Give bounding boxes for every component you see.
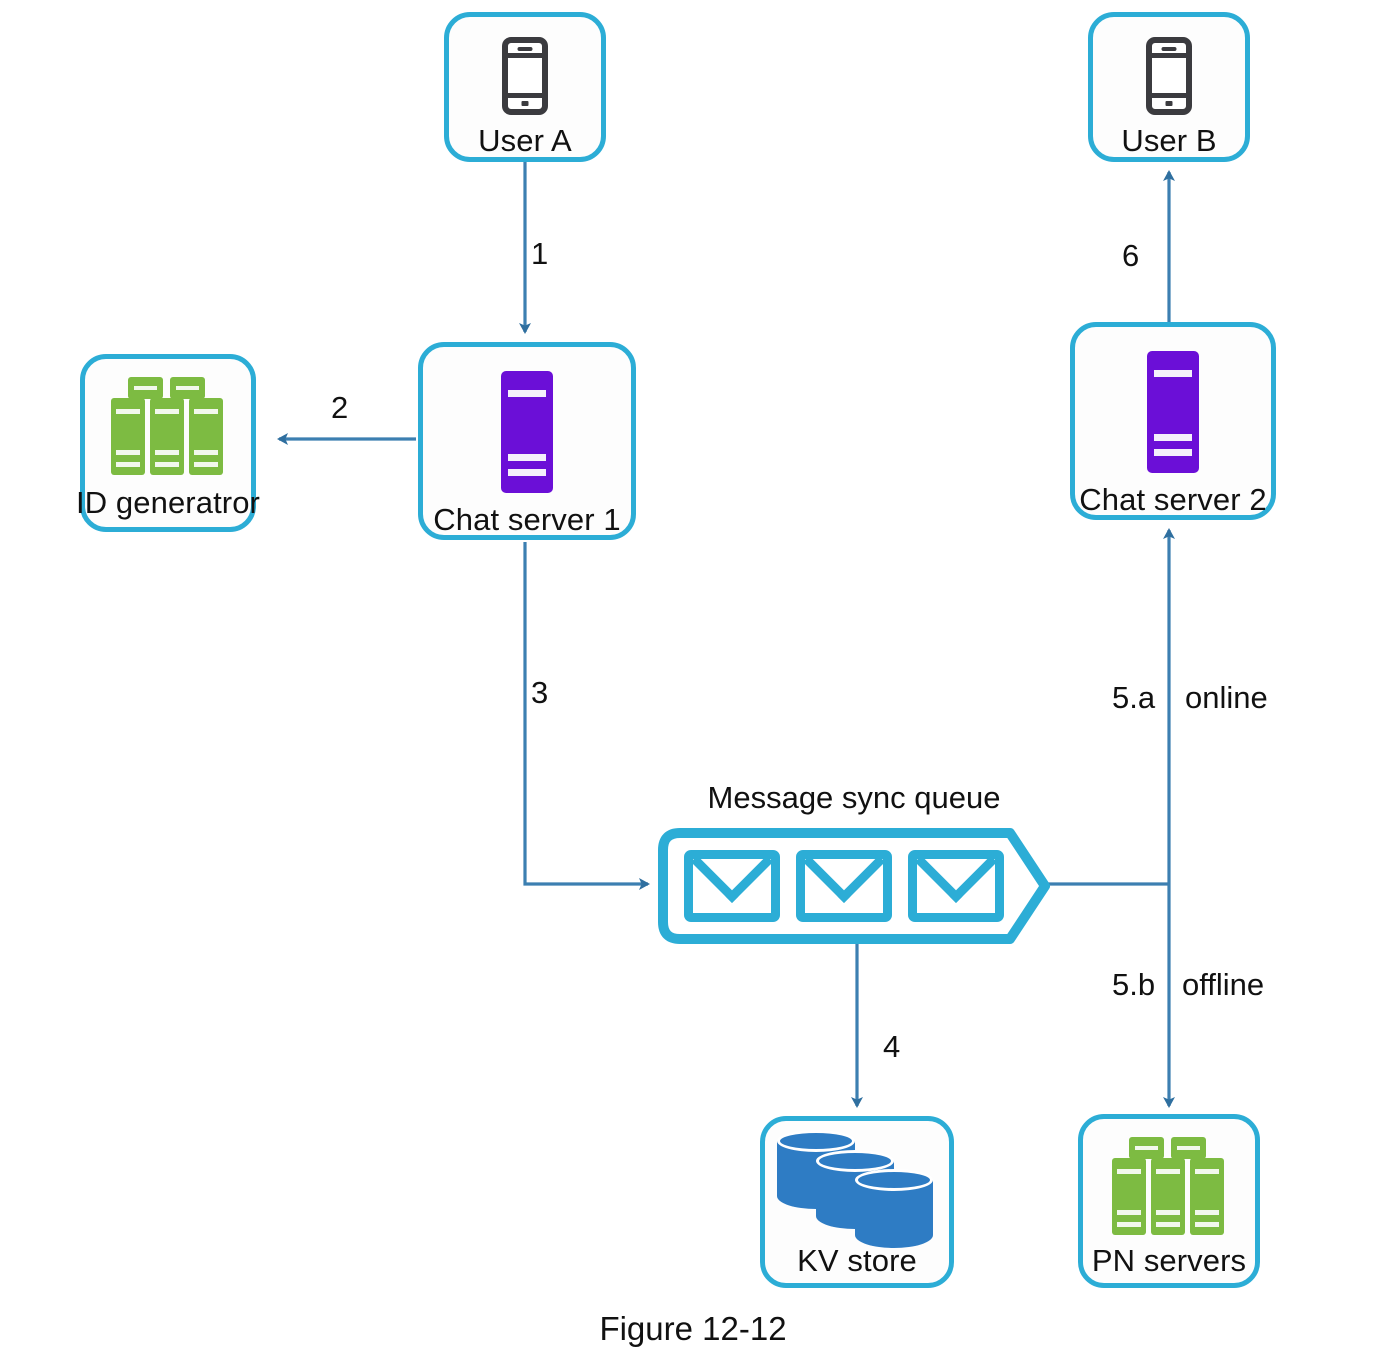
queue-title: Message sync queue	[707, 780, 1001, 815]
node-label-chat-server-1: Chat server 1	[433, 502, 621, 537]
edge-label-2: 2	[331, 390, 349, 425]
edge-label-6: 6	[1122, 238, 1140, 273]
edge-label-4: 4	[883, 1029, 901, 1064]
edge-3-path	[523, 542, 650, 890]
node-label-id-generator: ID generatror	[76, 485, 260, 520]
figure-caption: Figure 12-12	[599, 1310, 787, 1347]
server-icon	[501, 371, 553, 493]
edge-label-1: 1	[531, 236, 549, 271]
server-rack-icon	[109, 377, 227, 475]
node-pn-servers[interactable]: PN servers	[1078, 1114, 1260, 1288]
node-user-a[interactable]: User A	[444, 12, 606, 162]
server-rack-icon	[1110, 1137, 1228, 1235]
node-label-pn-servers: PN servers	[1091, 1243, 1247, 1278]
envelope-icon	[684, 850, 780, 922]
node-chat-server-1[interactable]: Chat server 1	[418, 342, 636, 540]
envelope-icon	[908, 850, 1004, 922]
server-icon	[1147, 351, 1199, 473]
edge-label-3: 3	[531, 675, 549, 710]
message-sync-queue[interactable]	[658, 828, 1050, 944]
edge-note-5a-online: online	[1185, 680, 1268, 715]
node-label-kv-store: KV store	[797, 1243, 917, 1278]
edge-note-5b-offline: offline	[1182, 967, 1265, 1002]
edge-label-5a: 5.a	[1112, 680, 1156, 715]
node-label-chat-server-2: Chat server 2	[1079, 482, 1267, 517]
node-id-generator[interactable]: ID generatror	[76, 354, 260, 532]
node-chat-server-2[interactable]: Chat server 2	[1070, 322, 1276, 520]
node-user-b[interactable]: User B	[1088, 12, 1250, 162]
edge-label-5b: 5.b	[1112, 967, 1156, 1002]
node-label-user-b: User B	[1121, 123, 1217, 158]
database-cylinders-icon	[777, 1130, 937, 1248]
node-label-user-a: User A	[478, 123, 572, 158]
diagram-canvas: 1 2 3 4 5.a online 5.b offline 6 User A …	[0, 0, 1386, 1370]
envelope-icon	[796, 850, 892, 922]
node-kv-store[interactable]: KV store	[760, 1116, 954, 1288]
phone-icon	[502, 37, 548, 115]
phone-icon	[1146, 37, 1192, 115]
